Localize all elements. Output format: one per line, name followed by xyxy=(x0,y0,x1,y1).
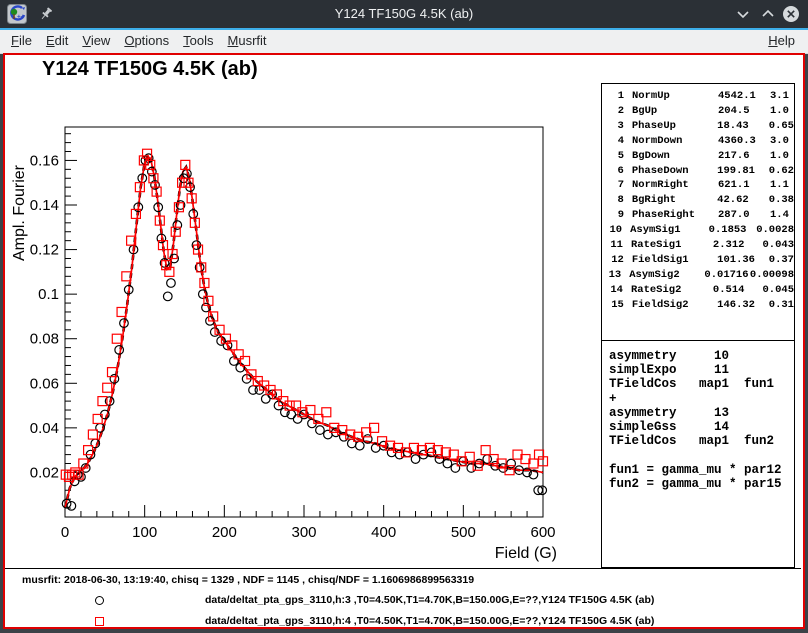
y-tick-label: 0.12 xyxy=(30,242,59,259)
x-tick-label: 300 xyxy=(291,524,316,541)
parameter-row: 7NormRight621.11.1 xyxy=(602,178,794,193)
parameter-row: 13AsymSig20.017160.00098 xyxy=(602,268,794,283)
data-point-square xyxy=(103,383,112,392)
x-tick-label: 600 xyxy=(530,524,555,541)
plot-title: Y124 TF150G 4.5K (ab) xyxy=(42,58,258,80)
y-tick-label: 0.1 xyxy=(38,286,59,303)
data-point-circle xyxy=(443,459,452,468)
data-point-circle xyxy=(355,441,364,450)
data-point-circle xyxy=(435,455,444,464)
x-tick-label: 400 xyxy=(371,524,396,541)
data-point-circle xyxy=(348,439,357,448)
legend-row[interactable]: data/deltat_pta_gps_3110,h:3 ,T0=4.50K,T… xyxy=(0,593,808,609)
application-window: ++ Y124 TF150G 4.5K (ab) FileEditViewOpt… xyxy=(0,0,808,633)
legend-marker-square-icon xyxy=(95,617,104,626)
x-tick-label: 200 xyxy=(212,524,237,541)
data-point-circle xyxy=(451,464,460,473)
status-separator xyxy=(5,568,801,569)
x-tick-label: 0 xyxy=(61,524,69,541)
data-point-square xyxy=(117,307,126,316)
y-axis-title: Ampl. Fourier xyxy=(11,164,28,261)
data-point-square xyxy=(112,334,121,343)
parameter-row: 2BgUp204.51.0 xyxy=(602,104,794,119)
y-tick-label: 0.08 xyxy=(30,331,59,348)
parameter-row: 8BgRight42.620.38 xyxy=(602,193,794,208)
data-point-square xyxy=(481,446,490,455)
theory-text: asymmetry 10 simplExpo 11 TFieldCos map1… xyxy=(602,341,794,491)
legend-text: data/deltat_pta_gps_3110,h:3 ,T0=4.50K,T… xyxy=(205,594,654,606)
x-tick-label: 100 xyxy=(132,524,157,541)
data-point-circle xyxy=(371,444,380,453)
data-point-circle xyxy=(316,426,325,435)
legend-marker-circle-icon xyxy=(95,596,104,605)
parameter-row: 1NormUp4542.13.1 xyxy=(602,89,794,104)
y-tick-label: 0.14 xyxy=(30,197,59,214)
parameter-row: 3PhaseUp18.430.65 xyxy=(602,119,794,134)
data-point-circle xyxy=(467,464,476,473)
parameter-row: 4NormDown4360.33.0 xyxy=(602,134,794,149)
parameter-row: 9PhaseRight287.01.4 xyxy=(602,208,794,223)
parameter-row: 6PhaseDown199.810.62 xyxy=(602,164,794,179)
data-point-square xyxy=(88,430,97,439)
y-tick-label: 0.02 xyxy=(30,464,59,481)
x-tick-label: 500 xyxy=(451,524,476,541)
data-point-circle xyxy=(483,455,492,464)
y-tick-label: 0.16 xyxy=(30,152,59,169)
y-tick-label: 0.06 xyxy=(30,375,59,392)
parameter-row: 11RateSig12.3120.043 xyxy=(602,238,794,253)
data-point-circle xyxy=(167,279,176,288)
data-point-square xyxy=(61,470,70,479)
parameter-row: 10AsymSig10.18530.0028 xyxy=(602,223,794,238)
legend-text: data/deltat_pta_gps_3110,h:4 ,T0=4.50K,T… xyxy=(205,615,654,627)
parameter-box[interactable]: 1NormUp4542.13.12BgUp204.51.03PhaseUp18.… xyxy=(601,83,795,341)
parameter-row: 12FieldSig1101.360.37 xyxy=(602,253,794,268)
y-tick-label: 0.04 xyxy=(30,420,59,437)
legend-row[interactable]: data/deltat_pta_gps_3110,h:4 ,T0=4.50K,T… xyxy=(0,614,808,630)
theory-box[interactable]: asymmetry 10 simplExpo 11 TFieldCos map1… xyxy=(601,341,795,568)
data-point-circle xyxy=(115,346,124,355)
data-point-circle xyxy=(411,455,420,464)
data-point-circle xyxy=(324,430,333,439)
x-axis-title: Field (G) xyxy=(495,545,557,562)
parameter-row: 14RateSig20.5140.045 xyxy=(602,283,794,298)
fit-status-text: musrfit: 2018-06-30, 13:19:40, chisq = 1… xyxy=(22,574,782,586)
parameter-row: 5BgDown217.61.0 xyxy=(602,149,794,164)
data-point-circle xyxy=(163,292,172,301)
plot-frame xyxy=(65,127,543,517)
data-point-circle xyxy=(261,395,270,404)
parameter-row: 15FieldSig2146.320.31 xyxy=(602,298,794,313)
